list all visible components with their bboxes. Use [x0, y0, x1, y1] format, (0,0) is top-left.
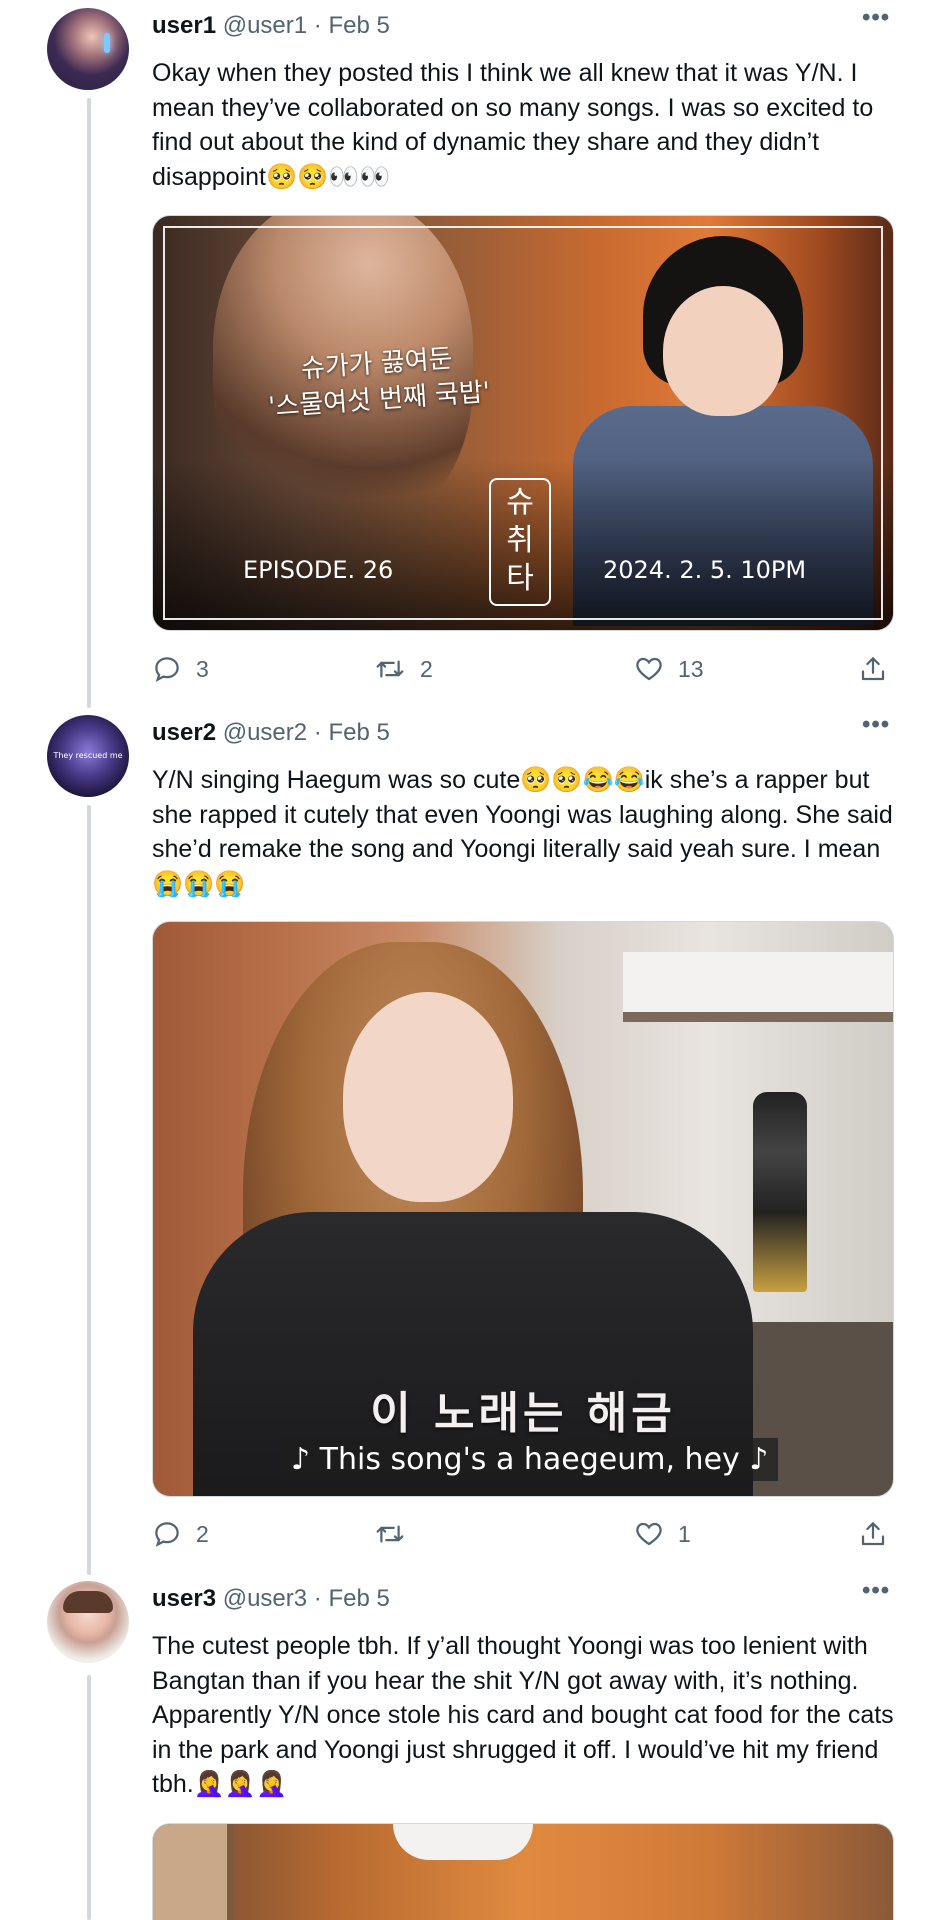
share-icon	[858, 1519, 888, 1549]
more-options-button[interactable]: •••	[862, 711, 890, 739]
like-button[interactable]: 13	[634, 654, 704, 684]
share-icon	[858, 654, 888, 684]
retweet-button[interactable]	[374, 1519, 420, 1549]
avatar[interactable]	[47, 8, 129, 90]
tweet-text: Okay when they posted this I think we al…	[152, 59, 874, 191]
reply-button[interactable]: 2	[152, 1519, 209, 1549]
media-shelf	[153, 1824, 233, 1920]
tweet-media[interactable]: 이 노래는 해금 ♪ This song's a haegeum, hey ♪	[152, 921, 894, 1497]
tweet[interactable]: They rescued me user2 @user2 · Feb 5 •••…	[0, 707, 941, 1567]
tweet-media[interactable]: 슈가가 끓여둔 '스물여섯 번째 국밥' 슈 취 타 EPISODE. 26 2…	[152, 215, 894, 631]
tweet-actions: 2 1	[152, 1519, 894, 1555]
like-button[interactable]: 1	[634, 1519, 691, 1549]
tweet-header: user1 @user1 · Feb 5	[152, 12, 390, 40]
tweet-actions: 3 2 13	[152, 654, 894, 690]
avatar[interactable]	[47, 1581, 129, 1663]
reply-count: 3	[196, 655, 209, 682]
user-name[interactable]: user2	[152, 719, 216, 746]
reply-button[interactable]: 3	[152, 654, 209, 684]
reply-icon	[152, 1519, 182, 1549]
subtitle-korean: 이 노래는 해금	[370, 1388, 676, 1439]
like-count: 1	[678, 1520, 691, 1547]
share-button[interactable]	[858, 1519, 888, 1549]
tweet-header: user3 @user3 · Feb 5	[152, 1585, 390, 1613]
like-count: 13	[678, 655, 704, 682]
media-episode: EPISODE. 26	[243, 556, 394, 584]
retweet-button[interactable]: 2	[374, 654, 433, 684]
media-shelf	[623, 952, 893, 1022]
more-options-button[interactable]: •••	[862, 4, 890, 32]
retweet-count: 2	[420, 655, 433, 682]
avatar-text: They rescued me	[53, 751, 123, 760]
user-name[interactable]: user1	[152, 12, 216, 39]
retweet-icon	[374, 1519, 406, 1549]
user-handle-date[interactable]: @user3 · Feb 5	[223, 1585, 390, 1612]
avatar[interactable]: They rescued me	[47, 715, 129, 797]
tweet-media[interactable]	[152, 1823, 894, 1920]
show-logo: 슈 취 타	[489, 478, 551, 606]
tweet-text: The cutest people tbh. If y’all thought …	[152, 1632, 894, 1798]
like-icon	[634, 654, 664, 684]
retweet-icon	[374, 654, 406, 684]
media-lamp	[393, 1824, 533, 1860]
like-icon	[634, 1519, 664, 1549]
tweet-header: user2 @user2 · Feb 5	[152, 719, 390, 747]
tweet-text: Y/N singing Haegum was so cute🥺🥺😂😂ik she…	[152, 766, 893, 898]
user-name[interactable]: user3	[152, 1585, 216, 1612]
reply-icon	[152, 654, 182, 684]
media-bottle	[753, 1092, 807, 1292]
share-button[interactable]	[858, 654, 888, 684]
media-person-face	[343, 992, 513, 1202]
reply-count: 2	[196, 1520, 209, 1547]
user-handle-date[interactable]: @user1 · Feb 5	[223, 12, 390, 39]
more-options-button[interactable]: •••	[862, 1577, 890, 1605]
tweet[interactable]: user3 @user3 · Feb 5 ••• The cutest peop…	[0, 1573, 941, 1920]
subtitle-english: ♪ This song's a haegeum, hey ♪	[281, 1438, 779, 1481]
tweet[interactable]: user1 @user1 · Feb 5 ••• Okay when they …	[0, 0, 941, 700]
user-handle-date[interactable]: @user2 · Feb 5	[223, 719, 390, 746]
media-date: 2024. 2. 5. 10PM	[603, 556, 807, 584]
